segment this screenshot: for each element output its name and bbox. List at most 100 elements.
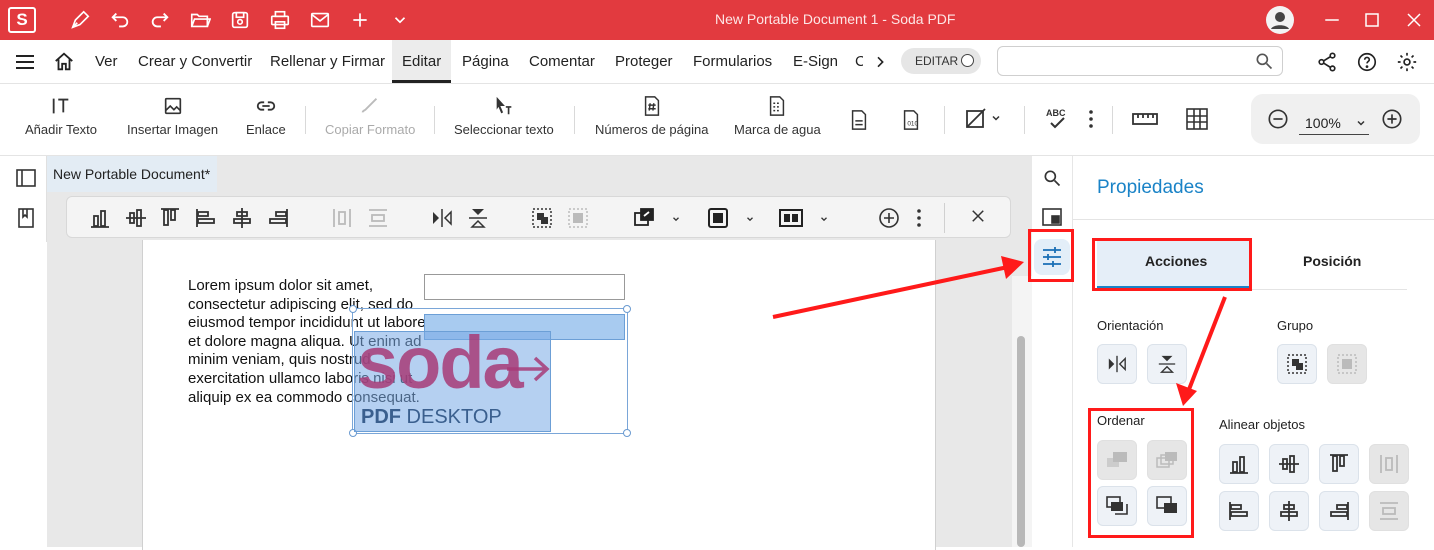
soda-logo-image[interactable]: soda PDF DESKTOP [354,321,551,432]
resize-handle[interactable] [623,429,631,437]
distribute-horizontal-icon[interactable] [331,207,353,229]
align-center-icon[interactable] [231,207,253,229]
chevron-down-icon[interactable] [388,8,412,32]
more-vertical-icon[interactable] [913,207,935,229]
app-logo[interactable]: S [8,7,36,33]
align-middle-button[interactable] [1269,444,1309,484]
close-icon[interactable] [1402,8,1426,32]
align-top-icon[interactable] [159,207,181,229]
menu-ver[interactable]: Ver [95,53,118,70]
document-tab[interactable]: New Portable Document* [47,156,217,192]
menu-crear-convertir[interactable]: Crear y Convertir [138,53,252,70]
panel-toggle-icon[interactable] [16,169,36,187]
group-icon[interactable] [531,207,553,229]
scrollbar-track[interactable] [1012,276,1032,547]
zoom-out-icon[interactable] [1267,108,1289,130]
share-icon[interactable] [1316,51,1338,73]
maximize-icon[interactable] [1360,8,1384,32]
align-middle-icon[interactable] [125,207,147,229]
chevron-down-icon[interactable] [671,214,681,224]
spell-check-icon[interactable]: ABC [1045,106,1069,132]
distribute-vertical-icon[interactable] [367,207,389,229]
menu-esign[interactable]: E-Sign [793,53,838,70]
help-icon[interactable] [1356,51,1378,73]
more-vertical-icon[interactable] [1085,108,1097,130]
insert-image-button[interactable]: Insertar Imagen [127,84,218,156]
ungroup-icon[interactable] [567,207,589,229]
chevron-down-icon[interactable] [819,214,829,224]
chevron-right-icon[interactable] [872,53,888,71]
zoom-in-icon[interactable] [1381,108,1403,130]
undo-icon[interactable] [108,8,132,32]
menu-formularios[interactable]: Formularios [693,53,772,70]
search-icon[interactable] [1042,168,1062,188]
open-folder-icon[interactable] [188,8,212,32]
border-style-icon[interactable] [779,207,803,229]
align-center-button[interactable] [1269,491,1309,531]
print-icon[interactable] [268,8,292,32]
header-footer-icon[interactable] [848,108,870,132]
tab-posicion[interactable]: Posición [1303,253,1361,269]
resize-handle[interactable] [349,305,357,313]
minimize-icon[interactable] [1320,8,1344,32]
bring-forward-icon[interactable] [633,207,655,229]
select-text-button[interactable]: Seleccionar texto [454,84,554,156]
mail-icon[interactable] [308,8,332,32]
search-icon[interactable] [1254,51,1274,71]
flip-vertical-icon[interactable] [467,207,489,229]
chevron-down-icon [1355,117,1367,129]
pen-icon[interactable] [68,8,92,32]
hamburger-menu-icon[interactable] [14,52,36,72]
watermark-button[interactable]: Marca de agua [734,84,821,156]
align-top-button[interactable] [1319,444,1359,484]
align-left-icon[interactable] [195,207,217,229]
link-button[interactable]: Enlace [246,84,286,156]
plus-icon[interactable] [348,8,372,32]
redo-icon[interactable] [148,8,172,32]
align-right-button[interactable] [1319,491,1359,531]
chevron-down-icon[interactable] [745,214,755,224]
menu-more-truncated[interactable]: C [855,53,863,70]
scrollbar-thumb[interactable] [1017,336,1025,547]
close-icon[interactable] [969,207,991,229]
group-button[interactable] [1277,344,1317,384]
ungroup-button[interactable] [1327,344,1367,384]
thumbnail-panel-icon[interactable] [1042,208,1062,226]
align-right-icon[interactable] [267,207,289,229]
search-input[interactable] [997,46,1283,76]
menu-pagina[interactable]: Página [462,53,509,70]
menu-comentar[interactable]: Comentar [529,53,595,70]
copy-format-button[interactable]: Copiar Formato [325,84,415,156]
copy-format-label: Copiar Formato [325,122,416,137]
menu-editar[interactable]: Editar [392,40,452,83]
text-field-box[interactable] [424,274,625,300]
bookmark-icon[interactable] [18,208,34,228]
flip-horizontal-button[interactable] [1097,344,1137,384]
flip-vertical-button[interactable] [1147,344,1187,384]
resize-handle[interactable] [623,305,631,313]
distribute-horizontal-button[interactable] [1369,444,1409,484]
align-left-button[interactable] [1219,491,1259,531]
fill-color-icon[interactable] [707,207,729,229]
add-text-button[interactable]: Añadir Texto [25,84,97,156]
menu-proteger[interactable]: Proteger [615,53,673,70]
menu-rellenar-firmar[interactable]: Rellenar y Firmar [270,53,385,70]
user-avatar-icon[interactable] [1264,5,1296,35]
align-bottom-icon[interactable] [89,207,111,229]
distribute-vertical-button[interactable] [1369,491,1409,531]
add-circle-icon[interactable] [877,207,899,229]
save-icon[interactable] [228,8,252,32]
bates-icon[interactable]: 010 [900,108,922,132]
toolbar-divider [1024,106,1025,134]
page-numbers-button[interactable]: Números de página [595,84,708,156]
editar-toggle[interactable]: EDITAR [901,48,981,74]
grid-icon[interactable] [1186,108,1208,130]
ruler-icon[interactable] [1132,110,1158,128]
align-bottom-button[interactable] [1219,444,1259,484]
flip-horizontal-icon[interactable] [431,207,453,229]
redact-icon[interactable] [964,107,988,131]
chevron-down-icon[interactable] [990,112,1002,124]
home-icon[interactable] [53,51,75,73]
settings-gear-icon[interactable] [1396,51,1418,73]
zoom-select[interactable]: 100% [1299,111,1369,135]
